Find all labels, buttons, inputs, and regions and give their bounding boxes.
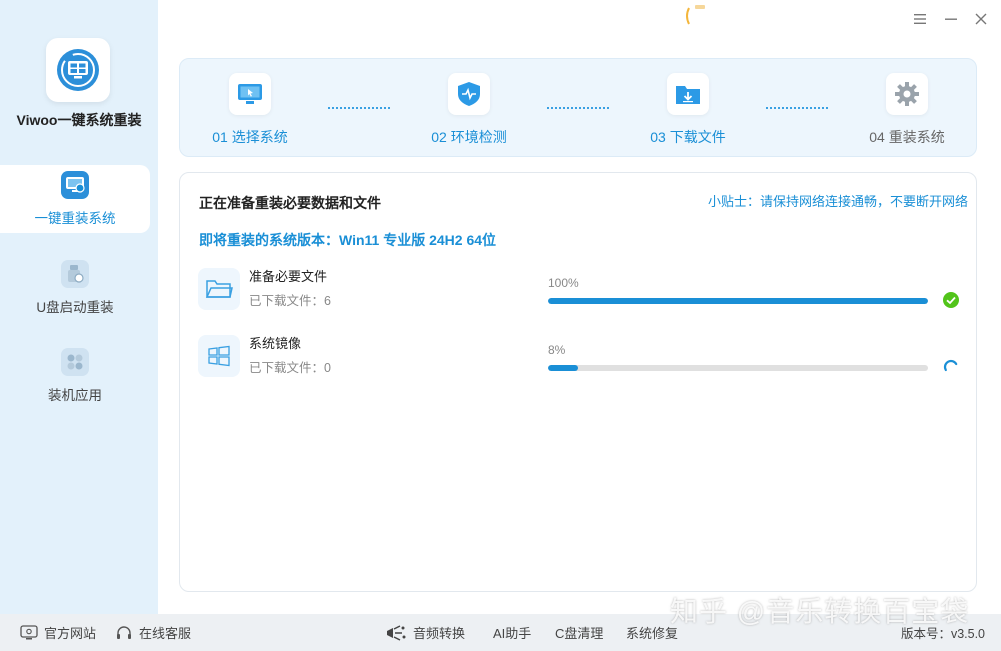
task-row-system-image: 系统镜像 已下载文件：0 8% xyxy=(198,333,968,379)
select-system-icon xyxy=(229,73,271,115)
task-percent: 100% xyxy=(548,276,579,290)
sidebar: Viwoo一键系统重装 一键重装系统 U盘启动重装 装机应用 xyxy=(0,0,158,614)
step-progress: 01 选择系统 02 环境检测 03 下载文件 04 重装系统 xyxy=(179,58,977,157)
page-title: 正在准备重装必要数据和文件 xyxy=(199,195,381,211)
step-label: 04 重装系统 xyxy=(869,129,945,145)
headset-icon xyxy=(117,625,131,639)
step-connector xyxy=(328,107,390,109)
task-name: 准备必要文件 xyxy=(249,269,328,284)
task-percent: 8% xyxy=(548,343,566,357)
folder-icon xyxy=(198,268,240,310)
sidebar-item-one-click-reinstall[interactable]: 一键重装系统 xyxy=(0,165,150,233)
audio-convert-link[interactable]: 音频转换 xyxy=(385,623,465,642)
shield-check-icon xyxy=(448,73,490,115)
audio-convert-label: 音频转换 xyxy=(413,626,466,641)
c-drive-clean-label: C盘清理 xyxy=(555,626,604,641)
step-connector xyxy=(547,107,609,109)
sidebar-item-label: 一键重装系统 xyxy=(34,211,116,226)
app-title: Viwoo一键系统重装 xyxy=(16,112,142,128)
progress-bar xyxy=(548,298,928,304)
sidebar-item-apps[interactable]: 装机应用 xyxy=(0,342,150,410)
step-label: 02 环境检测 xyxy=(431,129,507,145)
windows-logo-icon xyxy=(198,335,240,377)
website-icon xyxy=(20,624,38,639)
footer-bar: 官方网站 在线客服 音频转换 AI助手 C盘清理 系统修复 版本号：v3.5.0 xyxy=(0,614,1001,651)
sidebar-item-label: 装机应用 xyxy=(48,388,102,403)
online-support-link[interactable]: 在线客服 xyxy=(115,623,191,642)
step-select-system: 01 选择系统 xyxy=(190,73,310,147)
tip-text: 小贴士：请保持网络连接通畅，不要断开网络 xyxy=(707,194,968,209)
close-button[interactable] xyxy=(970,8,992,30)
task-downloaded-count: 已下载文件：0 xyxy=(249,361,331,375)
step-download-files: 03 下载文件 xyxy=(628,73,748,147)
step-reinstall-system: 04 重装系统 xyxy=(847,73,967,147)
minimize-icon xyxy=(945,18,957,20)
task-name: 系统镜像 xyxy=(249,336,302,351)
close-icon xyxy=(975,13,987,25)
minimize-button[interactable] xyxy=(940,8,962,30)
ai-assistant-link[interactable]: AI助手 xyxy=(493,623,531,642)
task-downloaded-count: 已下载文件：6 xyxy=(249,294,331,308)
step-environment-check: 02 环境检测 xyxy=(409,73,529,147)
download-folder-icon xyxy=(667,73,709,115)
progress-bar-fill xyxy=(548,298,928,304)
step-connector xyxy=(766,107,828,109)
target-version-text: 即将重装的系统版本：Win11 专业版 24H2 64位 xyxy=(199,232,497,248)
official-site-link[interactable]: 官方网站 xyxy=(20,623,96,642)
sidebar-item-label: U盘启动重装 xyxy=(36,300,114,315)
usb-drive-icon xyxy=(61,260,89,288)
step-label: 01 选择系统 xyxy=(212,129,288,145)
progress-bar-fill xyxy=(548,365,579,371)
c-drive-clean-link[interactable]: C盘清理 xyxy=(555,623,603,642)
monitor-reinstall-icon xyxy=(61,171,89,199)
app-logo xyxy=(46,38,110,102)
task-row-prepare-files: 准备必要文件 已下载文件：6 100% xyxy=(198,266,968,312)
version-label: 版本号：v3.5.0 xyxy=(900,627,985,641)
sidebar-item-usb-reinstall[interactable]: U盘启动重装 xyxy=(0,254,150,322)
loading-spinner-icon xyxy=(943,359,958,372)
ai-assistant-label: AI助手 xyxy=(493,626,532,641)
menu-button[interactable] xyxy=(909,8,931,30)
success-check-icon xyxy=(943,292,959,308)
progress-bar xyxy=(548,365,928,371)
apps-grid-icon xyxy=(61,348,89,376)
menu-icon xyxy=(914,14,926,24)
audio-convert-icon xyxy=(387,624,406,641)
system-repair-link[interactable]: 系统修复 xyxy=(626,623,678,642)
gear-icon xyxy=(886,73,928,115)
step-label: 03 下载文件 xyxy=(650,129,726,145)
online-support-label: 在线客服 xyxy=(139,626,192,641)
app-logo-icon xyxy=(57,49,99,91)
decorative-badge-icon xyxy=(686,5,705,25)
system-repair-label: 系统修复 xyxy=(626,626,679,641)
official-site-label: 官方网站 xyxy=(44,626,97,641)
main-panel: 正在准备重装必要数据和文件 小贴士：请保持网络连接通畅，不要断开网络 即将重装的… xyxy=(179,172,977,592)
